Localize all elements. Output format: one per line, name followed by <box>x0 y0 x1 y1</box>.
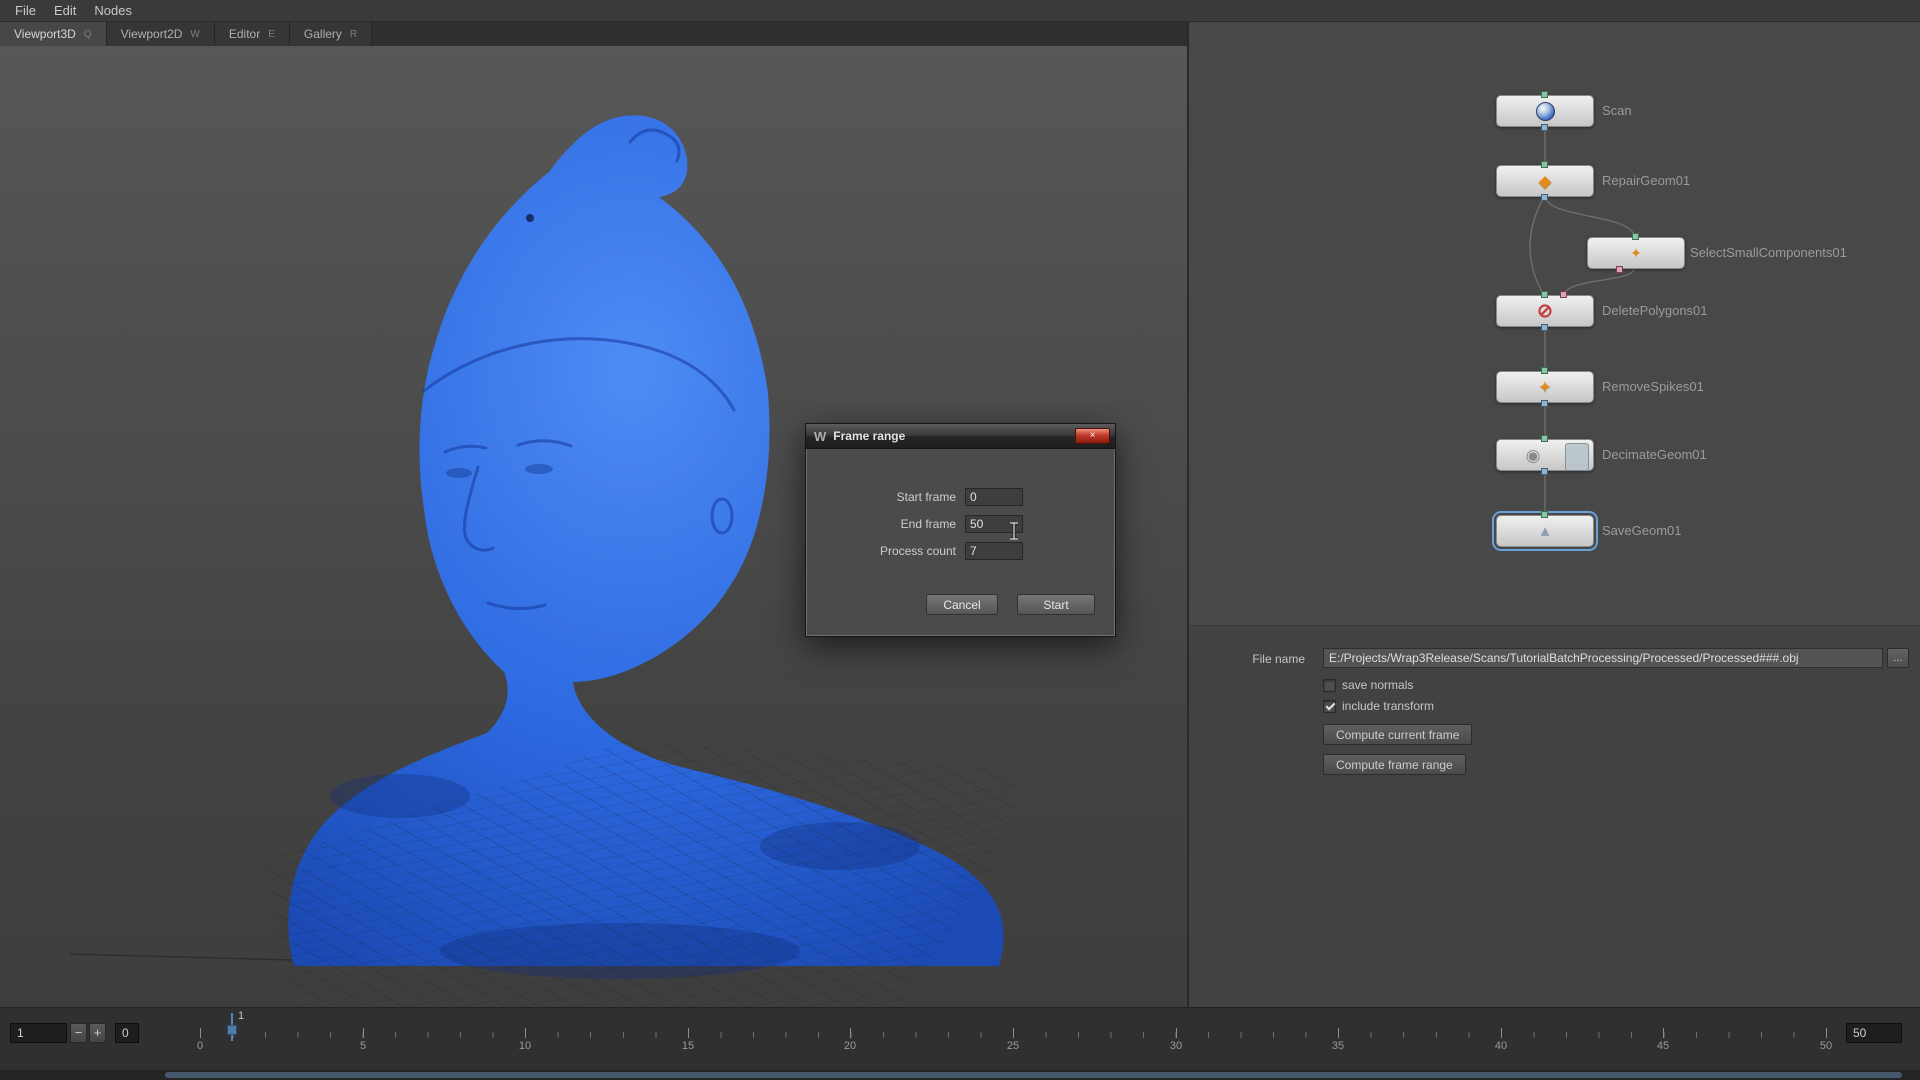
node-removespikes01[interactable]: ✦ <box>1496 371 1594 403</box>
timeline-scrollbar-thumb[interactable] <box>165 1072 1902 1078</box>
include-transform-checkbox[interactable] <box>1323 700 1336 713</box>
start-frame-row: Start frame <box>826 488 1023 506</box>
start-frame-label: Start frame <box>826 490 956 504</box>
save-normals-checkbox[interactable] <box>1323 679 1336 692</box>
node-selectsmallcomponents01[interactable]: ✦ <box>1587 237 1685 269</box>
ground-grid <box>240 706 1040 1007</box>
tab-shortcut: Q <box>84 29 92 40</box>
dialog-buttons: Cancel Start <box>926 594 1095 615</box>
fragments-icon: ✦ <box>1630 246 1642 260</box>
menu-bar: File Edit Nodes <box>0 0 1920 22</box>
no-entry-icon: ⊘ <box>1537 302 1553 321</box>
frame-increment-button[interactable]: + <box>89 1023 106 1043</box>
node-label-savegeom01: SaveGeom01 <box>1602 523 1682 538</box>
include-transform-label: include transform <box>1342 699 1434 713</box>
cancel-button[interactable]: Cancel <box>926 594 998 615</box>
tab-gallery[interactable]: Gallery R <box>290 22 372 46</box>
save-normals-label: save normals <box>1342 678 1413 692</box>
node-repairgeom01[interactable]: ◆ <box>1496 165 1594 197</box>
node-decimategeom01[interactable]: ◉ <box>1496 439 1594 471</box>
diamond-icon: ◆ <box>1538 173 1551 190</box>
current-frame-box[interactable]: 1 <box>10 1023 67 1043</box>
output-connector[interactable] <box>1541 124 1548 131</box>
export-icon: ▲ <box>1538 524 1553 539</box>
node-label-scan: Scan <box>1602 103 1632 118</box>
compute-current-frame-button[interactable]: Compute current frame <box>1323 724 1472 745</box>
viewport-tab-bar: Viewport3D Q Viewport2D W Editor E Galle… <box>0 22 1187 47</box>
input-connector[interactable] <box>1541 511 1548 518</box>
output-connector[interactable] <box>1541 400 1548 407</box>
wire-sphere-icon: ◉ <box>1526 447 1541 464</box>
frame-decrement-button[interactable]: − <box>70 1023 87 1043</box>
spike-star-icon: ✦ <box>1538 379 1552 396</box>
node-properties-panel: File name ... save normals include trans… <box>1189 625 1920 1008</box>
input-connector[interactable] <box>1541 435 1548 442</box>
tab-label: Viewport2D <box>121 27 183 41</box>
input-connector[interactable] <box>1541 91 1548 98</box>
node-label-repairgeom01: RepairGeom01 <box>1602 173 1690 188</box>
input-connector[interactable] <box>1541 291 1548 298</box>
tab-viewport3d[interactable]: Viewport3D Q <box>0 22 107 46</box>
playhead-label: 1 <box>238 1010 244 1022</box>
start-frame-input[interactable] <box>965 488 1023 506</box>
node-label-selectsmallcomponents01: SelectSmallComponents01 <box>1690 245 1847 260</box>
node-savegeom01[interactable]: ▲ <box>1496 515 1594 547</box>
wrap3-window: File Edit Nodes Viewport3D Q Viewport2D … <box>0 0 1920 1080</box>
tab-label: Gallery <box>304 27 342 41</box>
timeline: 1 − + 0 0 5 10 15 20 25 30 35 40 45 50 1… <box>0 1007 1920 1080</box>
menu-file[interactable]: File <box>6 1 45 20</box>
input-connector[interactable] <box>1541 367 1548 374</box>
node-graph-panel[interactable]: Scan ◆ RepairGeom01 ✦ SelectSmallCompone… <box>1189 22 1920 625</box>
input-connector[interactable] <box>1632 233 1639 240</box>
browse-button[interactable]: ... <box>1887 648 1909 668</box>
output-connector[interactable] <box>1541 324 1548 331</box>
tab-label: Viewport3D <box>14 27 76 41</box>
output-connector[interactable] <box>1541 468 1548 475</box>
compute-frame-range-button[interactable]: Compute frame range <box>1323 754 1466 775</box>
tab-shortcut: E <box>268 29 275 40</box>
range-end-box[interactable]: 50 <box>1846 1023 1902 1043</box>
grid-edge-line <box>70 954 292 960</box>
sphere-icon <box>1536 102 1555 121</box>
end-frame-row: End frame <box>826 515 1023 533</box>
save-normals-row: save normals <box>1323 678 1413 692</box>
input-connector[interactable] <box>1541 161 1548 168</box>
file-name-input[interactable] <box>1323 648 1883 668</box>
wrap-logo-icon: W <box>814 429 826 444</box>
dialog-titlebar[interactable]: W Frame range × <box>806 424 1115 449</box>
scan-artifact-dot <box>526 214 534 222</box>
dialog-title: Frame range <box>833 429 905 443</box>
process-count-label: Process count <box>826 544 956 558</box>
selection-input-connector[interactable] <box>1560 291 1567 298</box>
selection-output-connector[interactable] <box>1616 266 1623 273</box>
process-count-row: Process count <box>826 542 1023 560</box>
range-start-box[interactable]: 0 <box>115 1023 139 1043</box>
frame-range-dialog: W Frame range × Start frame End frame Pr… <box>805 423 1116 637</box>
node-expander[interactable] <box>1565 443 1589 471</box>
right-panel: Scan ◆ RepairGeom01 ✦ SelectSmallCompone… <box>1187 22 1920 1007</box>
tab-viewport2d[interactable]: Viewport2D W <box>107 22 215 46</box>
start-button[interactable]: Start <box>1017 594 1095 615</box>
node-label-removespikes01: RemoveSpikes01 <box>1602 379 1704 394</box>
node-deletepolygons01[interactable]: ⊘ <box>1496 295 1594 327</box>
end-frame-label: End frame <box>826 517 956 531</box>
include-transform-row: include transform <box>1323 699 1434 713</box>
node-scan[interactable] <box>1496 95 1594 127</box>
tab-editor[interactable]: Editor E <box>215 22 290 46</box>
ibeam-cursor <box>1008 522 1020 545</box>
close-icon[interactable]: × <box>1075 428 1110 444</box>
node-label-deletepolygons01: DeletePolygons01 <box>1602 303 1708 318</box>
menu-nodes[interactable]: Nodes <box>85 1 141 20</box>
node-label-decimategeom01: DecimateGeom01 <box>1602 447 1707 462</box>
tab-shortcut: R <box>350 29 357 40</box>
playhead-handle[interactable] <box>227 1025 237 1035</box>
timeline-scrollbar-track[interactable] <box>0 1070 1920 1080</box>
file-name-label: File name <box>1189 652 1305 666</box>
output-connector[interactable] <box>1541 194 1548 201</box>
menu-edit[interactable]: Edit <box>45 1 85 20</box>
tab-label: Editor <box>229 27 260 41</box>
tab-shortcut: W <box>190 29 199 40</box>
